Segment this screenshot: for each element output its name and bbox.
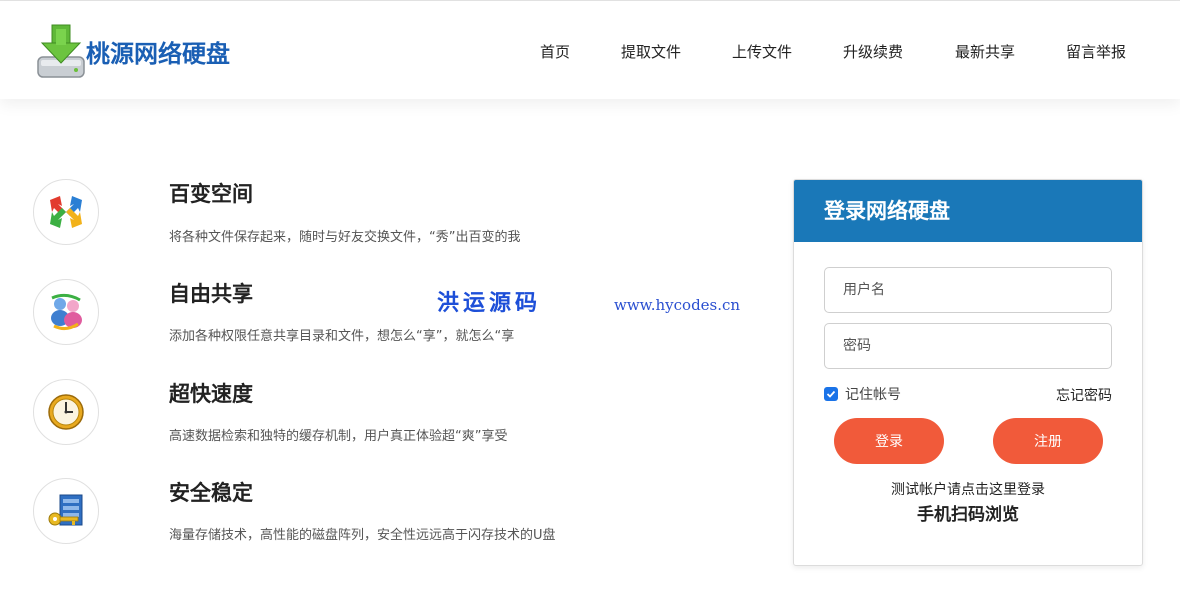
site-header: 桃源网络硬盘 首页 提取文件 上传文件 升级续费 最新共享 留言举报 (0, 1, 1180, 99)
mobile-scan-label[interactable]: 手机扫码浏览 (794, 500, 1142, 525)
feature-desc: 高速数据检索和独特的缓存机制，用户真正体验超“爽”享受 (169, 429, 508, 444)
nav-item-extract[interactable]: 提取文件 (621, 41, 681, 62)
password-input[interactable] (824, 323, 1112, 369)
feature-desc: 将各种文件保存起来，随时与好友交换文件，“秀”出百变的我 (169, 230, 521, 245)
main-nav: 首页 提取文件 上传文件 升级续费 最新共享 留言举报 (0, 41, 1180, 61)
nav-item-home[interactable]: 首页 (540, 41, 570, 62)
feature-title: 百变空间 (169, 182, 253, 206)
feature-desc: 添加各种权限任意共享目录和文件，想怎么“享”，就怎么“享 (169, 329, 515, 344)
check-icon (826, 390, 836, 398)
feature-title: 超快速度 (169, 382, 253, 406)
arrows-icon (33, 179, 99, 245)
nav-item-report[interactable]: 留言举报 (1066, 41, 1126, 62)
remember-label: 记住帐号 (845, 387, 901, 403)
clock-icon (33, 379, 99, 445)
register-button[interactable]: 注册 (993, 418, 1103, 464)
test-account-link[interactable]: 测试帐户请点击这里登录 (794, 479, 1142, 499)
forgot-password-link[interactable]: 忘记密码 (1056, 385, 1112, 405)
watermark-url: www.hycodes.cn (614, 296, 741, 314)
login-panel-title: 登录网络硬盘 (794, 180, 1142, 242)
nav-item-upload[interactable]: 上传文件 (732, 41, 792, 62)
feature-title: 安全稳定 (169, 481, 253, 505)
remember-checkbox[interactable] (824, 387, 838, 401)
feature-desc: 海量存储技术，高性能的磁盘阵列，安全性远远高于闪存技术的U盘 (169, 528, 556, 543)
nav-item-latest-share[interactable]: 最新共享 (955, 41, 1015, 62)
login-panel: 登录网络硬盘 记住帐号 忘记密码 登录 注册 测试帐户请点击这里登录 手机扫码浏… (793, 179, 1143, 566)
watermark-text: 洪运源码 (437, 290, 542, 316)
key-icon (33, 478, 99, 544)
feature-title: 自由共享 (169, 282, 253, 306)
remember-account[interactable]: 记住帐号 (824, 384, 901, 404)
people-icon (33, 279, 99, 345)
nav-item-upgrade[interactable]: 升级续费 (843, 41, 903, 62)
login-button[interactable]: 登录 (834, 418, 944, 464)
username-input[interactable] (824, 267, 1112, 313)
